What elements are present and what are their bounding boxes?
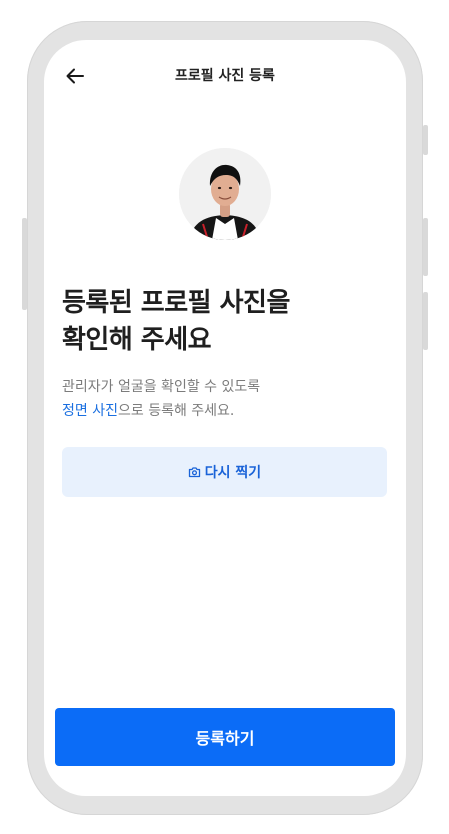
profile-photo[interactable] <box>179 148 271 240</box>
app-screen: 프로필 사진 등록 등록된 프로필 사진을 확인해 주세요 관리자가 얼굴을 확… <box>44 40 406 796</box>
top-app-bar: 프로필 사진 등록 <box>44 56 406 96</box>
retake-photo-button[interactable]: 다시 찍기 <box>62 447 387 497</box>
camera-icon <box>188 467 200 478</box>
phone-side-button-left <box>22 218 27 310</box>
register-button-label: 등록하기 <box>195 729 255 748</box>
register-button[interactable]: 등록하기 <box>55 708 395 766</box>
front-photo-highlight: 정면 사진 <box>62 403 118 419</box>
description: 관리자가 얼굴을 확인할 수 있도록 정면 사진으로 등록해 주세요. <box>62 375 392 423</box>
headline-line-1: 등록된 프로필 사진을 <box>62 288 290 318</box>
headline-line-2: 확인해 주세요 <box>62 325 212 355</box>
description-line-2: 정면 사진으로 등록해 주세요. <box>62 399 392 423</box>
phone-side-button-right-mid <box>423 218 428 276</box>
page-title: 프로필 사진 등록 <box>175 68 275 84</box>
phone-side-button-right-top <box>423 125 428 155</box>
phone-side-button-right-bottom <box>423 292 428 350</box>
retake-button-label: 다시 찍기 <box>204 465 262 481</box>
headline: 등록된 프로필 사진을 확인해 주세요 <box>62 285 392 359</box>
description-line-1: 관리자가 얼굴을 확인할 수 있도록 <box>62 379 261 395</box>
description-line-2-rest: 으로 등록해 주세요. <box>117 403 235 419</box>
profile-person-image <box>179 148 271 240</box>
